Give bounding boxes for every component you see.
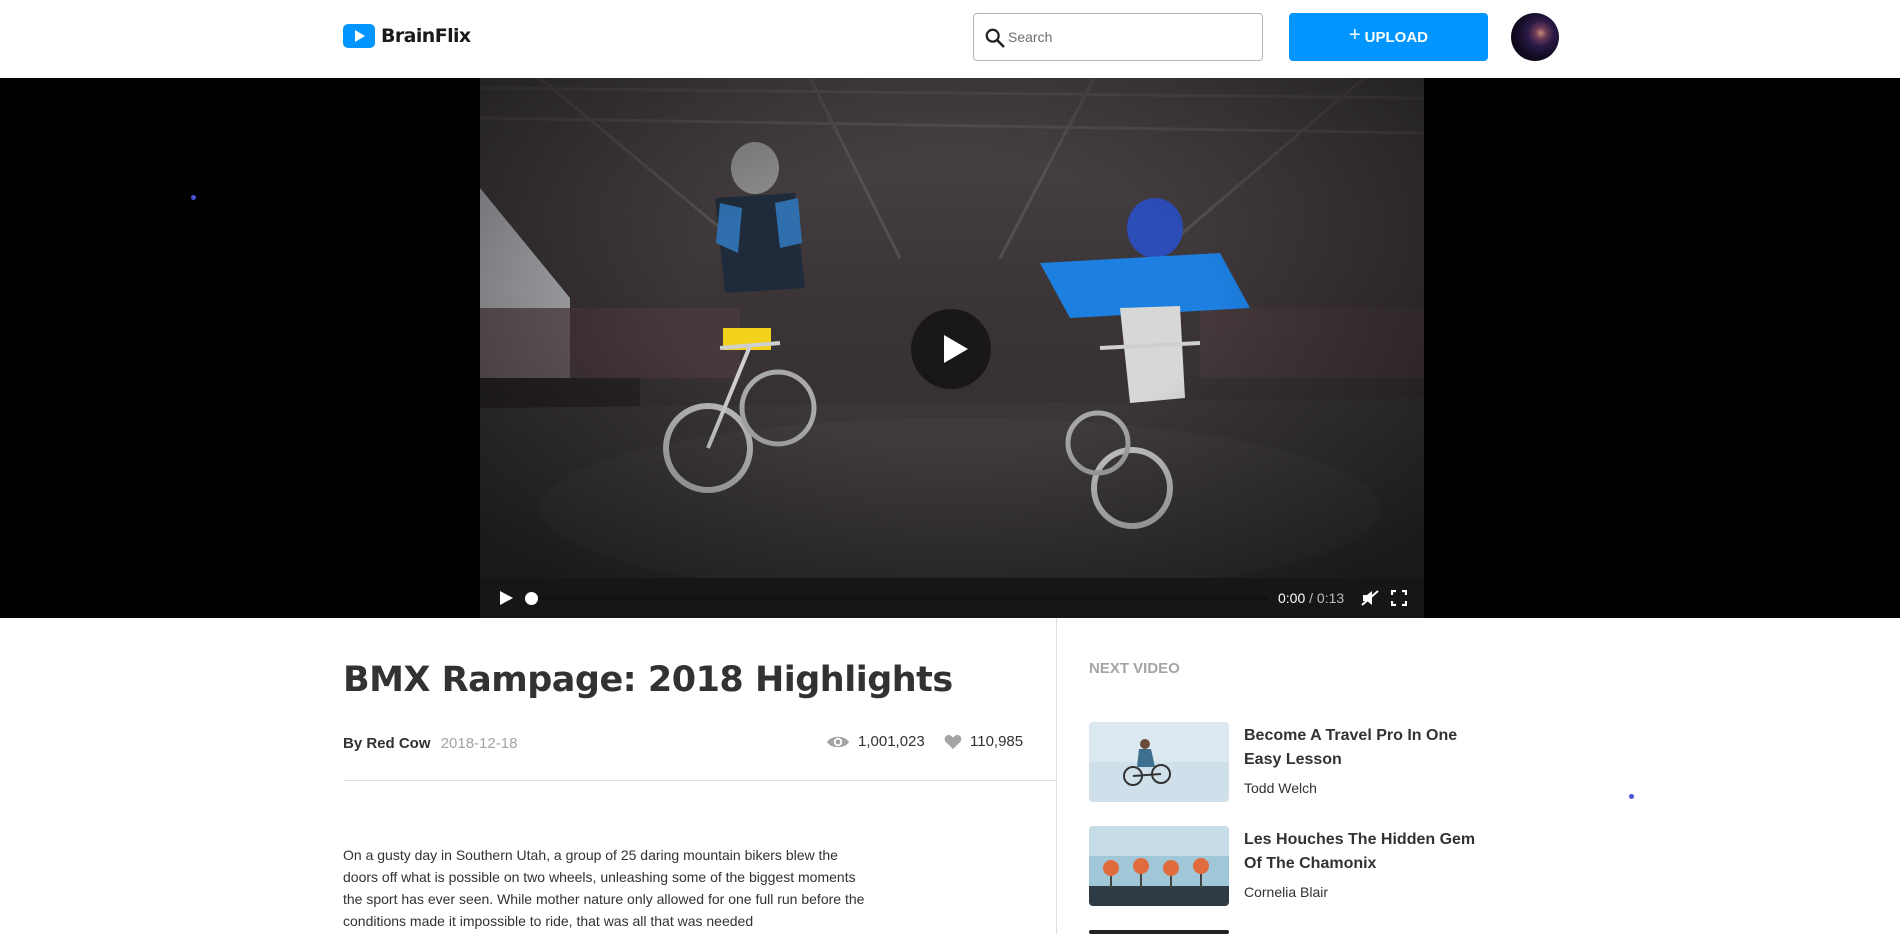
search-icon — [985, 28, 1005, 48]
video-player[interactable]: 0:00 / 0:13 — [480, 78, 1424, 618]
sidebar-divider — [1056, 618, 1057, 934]
next-video-channel: Cornelia Blair — [1244, 884, 1329, 900]
next-video-item[interactable]: Les Houches The Hidden Gem Of The Chamon… — [1089, 826, 1489, 906]
video-title: BMX Rampage: 2018 Highlights — [343, 660, 953, 700]
meta-divider — [343, 780, 1056, 781]
avatar[interactable] — [1511, 13, 1559, 61]
mute-icon[interactable] — [1361, 590, 1379, 606]
next-video-heading: NEXT VIDEO — [1089, 660, 1180, 677]
play-overlay-button[interactable] — [911, 309, 991, 389]
play-button[interactable] — [498, 590, 514, 606]
scrubber-handle[interactable] — [525, 592, 538, 605]
next-video-title: Les Houches The Hidden Gem Of The Chamon… — [1244, 831, 1476, 872]
heart-icon[interactable] — [944, 734, 962, 750]
video-author: By Red Cow — [343, 735, 431, 752]
search-input[interactable] — [1004, 14, 1262, 60]
upload-button-label: UPLOAD — [1364, 28, 1429, 46]
eye-icon — [827, 736, 849, 747]
next-video-channel: Todd Welch — [1244, 780, 1317, 796]
views-count: 1,001,023 — [858, 733, 925, 750]
decorative-dot — [1629, 794, 1634, 799]
logo-text: BrainFlix — [381, 25, 471, 47]
duration: 0:13 — [1316, 590, 1345, 606]
time-display: 0:00 / 0:13 — [1278, 590, 1344, 606]
decorative-dot — [191, 195, 196, 200]
views-counter: 1,001,023 — [826, 733, 925, 750]
video-stage: 0:00 / 0:13 — [0, 78, 1900, 618]
upload-button[interactable]: + UPLOAD — [1289, 13, 1488, 61]
player-controls: 0:00 / 0:13 — [480, 578, 1424, 618]
play-logo-icon — [343, 24, 375, 48]
site-header: BrainFlix + UPLOAD — [0, 0, 1900, 78]
next-video-item[interactable]: Become A Travel Pro In One Easy Lesson T… — [1089, 722, 1489, 802]
video-meta: By Red Cow 2018-12-18 — [343, 735, 517, 752]
next-video-thumbnail[interactable] — [1089, 722, 1229, 802]
progress-bar[interactable] — [525, 592, 1268, 605]
time-separator: / — [1309, 590, 1314, 606]
video-date: 2018-12-18 — [440, 735, 518, 752]
main-content: BMX Rampage: 2018 Highlights By Red Cow … — [0, 618, 1900, 934]
current-time: 0:00 — [1278, 590, 1306, 606]
likes-counter: 110,985 — [944, 733, 1023, 750]
search-box[interactable] — [973, 13, 1263, 61]
video-description: On a gusty day in Southern Utah, a group… — [343, 847, 865, 929]
next-video-thumbnail[interactable] — [1089, 826, 1229, 906]
next-video-title: Become A Travel Pro In One Easy Lesson — [1244, 727, 1458, 768]
plus-icon: + — [1348, 24, 1361, 46]
next-video-thumbnail[interactable] — [1089, 930, 1229, 934]
fullscreen-icon[interactable] — [1391, 590, 1407, 606]
likes-count: 110,985 — [970, 733, 1024, 750]
logo[interactable]: BrainFlix — [343, 22, 471, 50]
